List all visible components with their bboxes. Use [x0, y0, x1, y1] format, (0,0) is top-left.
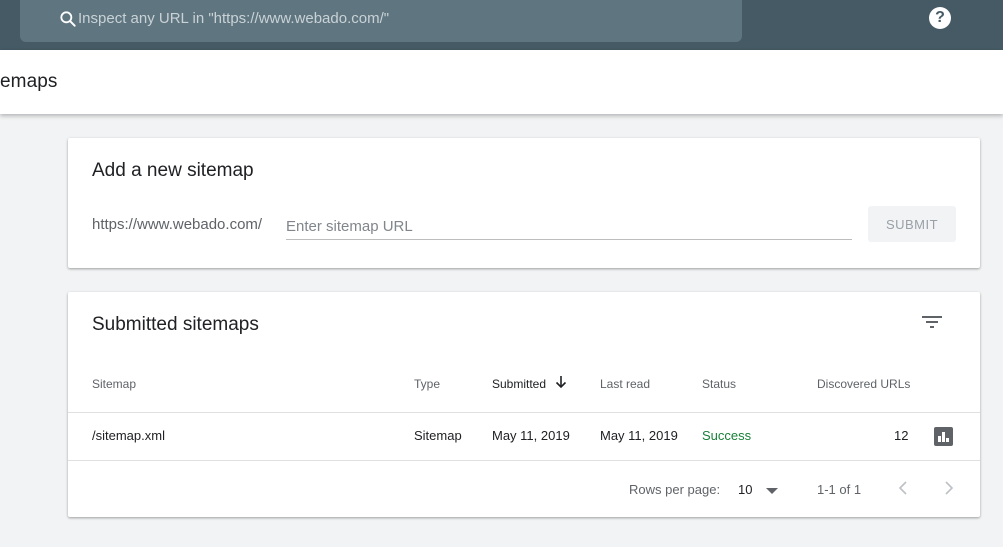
- cell-status: Success: [702, 428, 752, 443]
- sort-descending-icon[interactable]: [554, 374, 568, 390]
- url-inspection-search[interactable]: [20, 0, 742, 42]
- column-header-discovered-urls[interactable]: Discovered URLs: [817, 377, 910, 391]
- page-title: emaps: [0, 71, 58, 92]
- column-header-submitted[interactable]: Submitted: [492, 377, 546, 391]
- search-input[interactable]: [78, 5, 718, 31]
- rows-per-page-select[interactable]: 10: [738, 482, 752, 497]
- column-header-status[interactable]: Status: [702, 377, 736, 391]
- cell-sitemap[interactable]: /sitemap.xml: [92, 428, 165, 443]
- submitted-sitemaps-card: Submitted sitemaps Sitemap Type Submitte…: [68, 292, 980, 517]
- bar-chart-icon[interactable]: [934, 427, 953, 446]
- submitted-sitemaps-title: Submitted sitemaps: [92, 314, 259, 335]
- sitemap-url-prefix: https://www.webado.com/: [92, 216, 263, 233]
- page-header: emaps: [0, 50, 1003, 114]
- add-sitemap-card: Add a new sitemap https://www.webado.com…: [68, 138, 980, 268]
- cell-last-read: May 11, 2019: [600, 428, 678, 443]
- column-header-last-read[interactable]: Last read: [600, 377, 650, 391]
- cell-type: Sitemap: [414, 428, 462, 443]
- chevron-down-icon[interactable]: [766, 488, 778, 494]
- add-sitemap-title: Add a new sitemap: [92, 160, 254, 181]
- filter-icon[interactable]: [921, 313, 943, 331]
- table-row[interactable]: /sitemap.xml Sitemap May 11, 2019 May 11…: [68, 413, 980, 461]
- top-app-bar: ?: [0, 0, 1003, 50]
- column-header-sitemap[interactable]: Sitemap: [92, 377, 136, 391]
- rows-per-page-label: Rows per page:: [629, 482, 721, 497]
- help-icon[interactable]: ?: [929, 7, 951, 29]
- submit-button[interactable]: SUBMIT: [868, 206, 956, 242]
- next-page-icon[interactable]: [938, 478, 958, 498]
- cell-submitted: May 11, 2019: [492, 428, 570, 443]
- cell-discovered-urls: 12: [894, 428, 909, 443]
- search-icon: [60, 11, 76, 27]
- sitemap-url-input[interactable]: [286, 214, 852, 240]
- pagination-range: 1-1 of 1: [817, 482, 862, 497]
- row-divider: [68, 460, 980, 461]
- previous-page-icon[interactable]: [894, 478, 914, 498]
- column-header-type[interactable]: Type: [414, 377, 440, 391]
